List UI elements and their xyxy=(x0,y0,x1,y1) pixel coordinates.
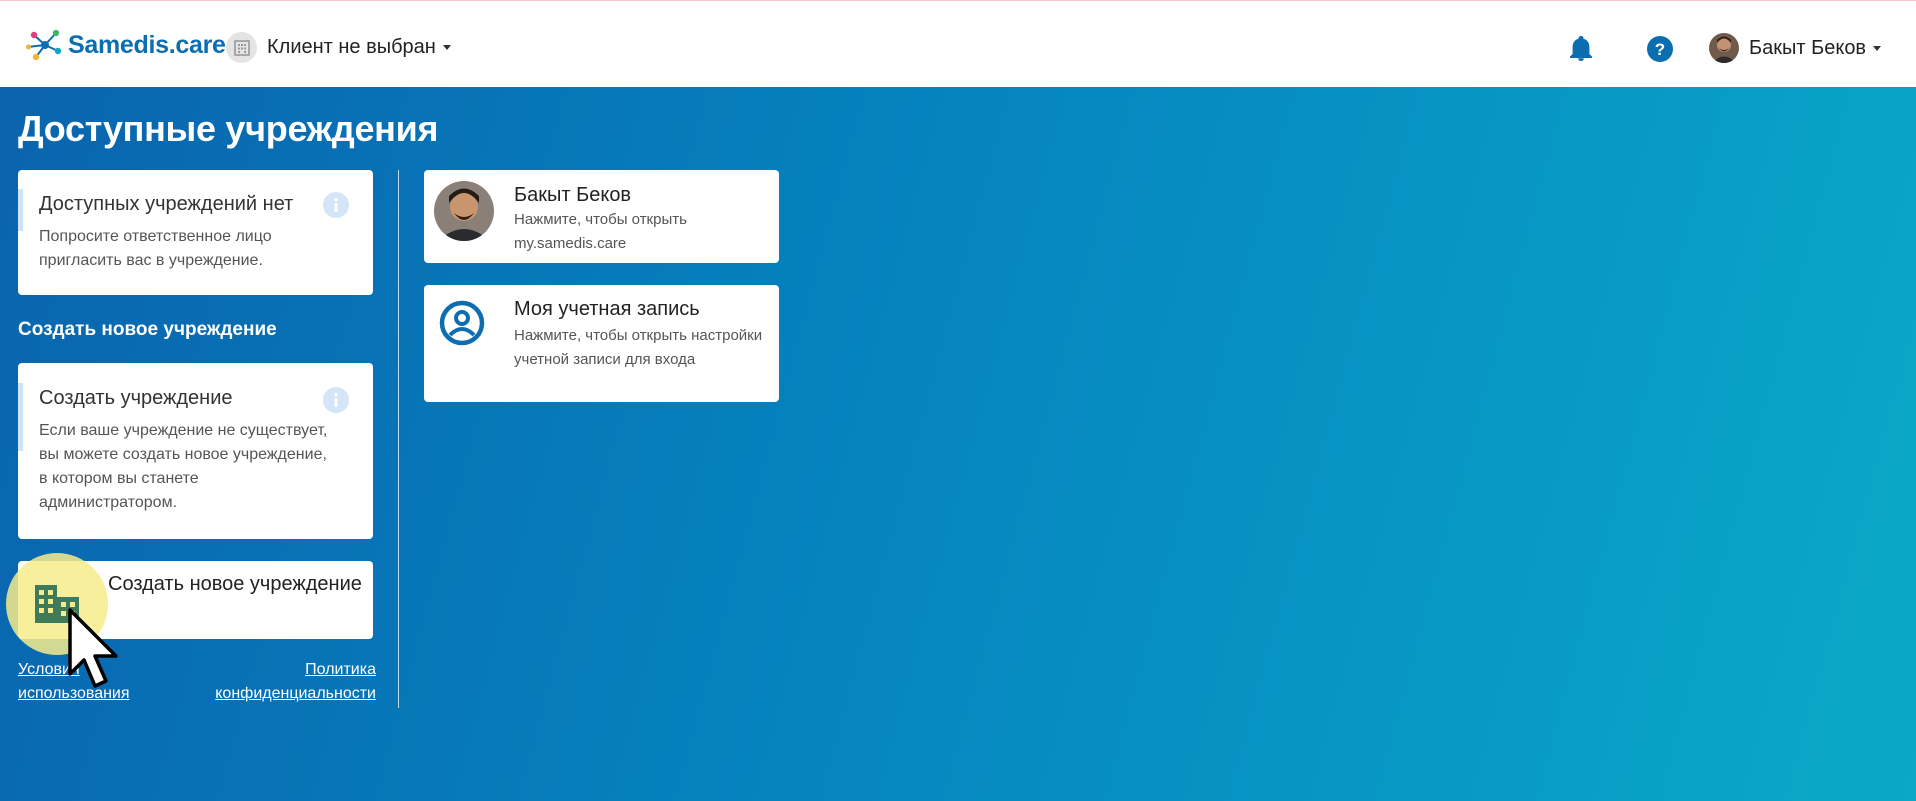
info-accent-bar xyxy=(18,189,23,231)
create-facility-title: Создать учреждение xyxy=(39,387,233,409)
account-circle-icon xyxy=(439,300,485,346)
chevron-down-icon xyxy=(442,45,451,50)
account-card[interactable]: Моя учетная запись Нажмите, чтобы открыт… xyxy=(424,285,779,402)
top-bar: Samedis.care Клиент не выбран ? Бакыт Бе… xyxy=(0,0,1916,87)
client-select-label: Клиент не выбран xyxy=(267,36,436,58)
info-accent-bar xyxy=(18,383,23,451)
terms-link[interactable]: Условия использования xyxy=(18,658,158,706)
avatar xyxy=(434,181,494,241)
user-menu[interactable]: Бакыт Беков xyxy=(1709,33,1882,63)
app-logo[interactable]: Samedis.care xyxy=(26,27,226,63)
building-icon xyxy=(226,32,257,63)
svg-text:?: ? xyxy=(1655,40,1665,59)
privacy-link[interactable]: Политика конфиденциальности xyxy=(196,658,376,706)
profile-card[interactable]: Бакыт Беков Нажмите, чтобы открыть my.sa… xyxy=(424,170,779,263)
building-icon xyxy=(35,585,79,623)
click-highlight xyxy=(6,553,108,655)
column-divider xyxy=(398,170,399,708)
logo-text: Samedis.care xyxy=(68,30,226,59)
profile-card-title: Бакыт Беков xyxy=(514,184,632,206)
chevron-down-icon xyxy=(1873,45,1882,51)
create-facility-text: Если ваше учреждение не существует, вы м… xyxy=(39,422,328,511)
bell-icon[interactable] xyxy=(1569,36,1593,62)
samedis-network-logo-icon xyxy=(26,29,62,61)
avatar xyxy=(1709,33,1739,63)
no-facilities-text: Попросите ответственное лицо пригласить … xyxy=(39,228,272,269)
no-facilities-card: Доступных учреждений нет Попросите ответ… xyxy=(18,170,373,295)
profile-card-text: Нажмите, чтобы открыть my.samedis.care xyxy=(514,211,687,252)
help-icon[interactable]: ? xyxy=(1647,36,1673,62)
page-title: Доступные учреждения xyxy=(18,108,439,149)
create-facility-button-label: Создать новое учреждение xyxy=(108,573,362,595)
account-card-title: Моя учетная запись xyxy=(514,298,700,320)
user-name: Бакыт Беков xyxy=(1749,36,1867,59)
create-section-heading: Создать новое учреждение xyxy=(18,319,277,340)
no-facilities-title: Доступных учреждений нет xyxy=(39,193,294,215)
info-icon[interactable] xyxy=(323,387,349,413)
account-card-text: Нажмите, чтобы открыть настройки учетной… xyxy=(514,327,763,368)
info-icon[interactable] xyxy=(323,192,349,218)
create-facility-info-card: Создать учреждение Если ваше учреждение … xyxy=(18,363,373,539)
client-select[interactable]: Клиент не выбран xyxy=(226,32,451,63)
